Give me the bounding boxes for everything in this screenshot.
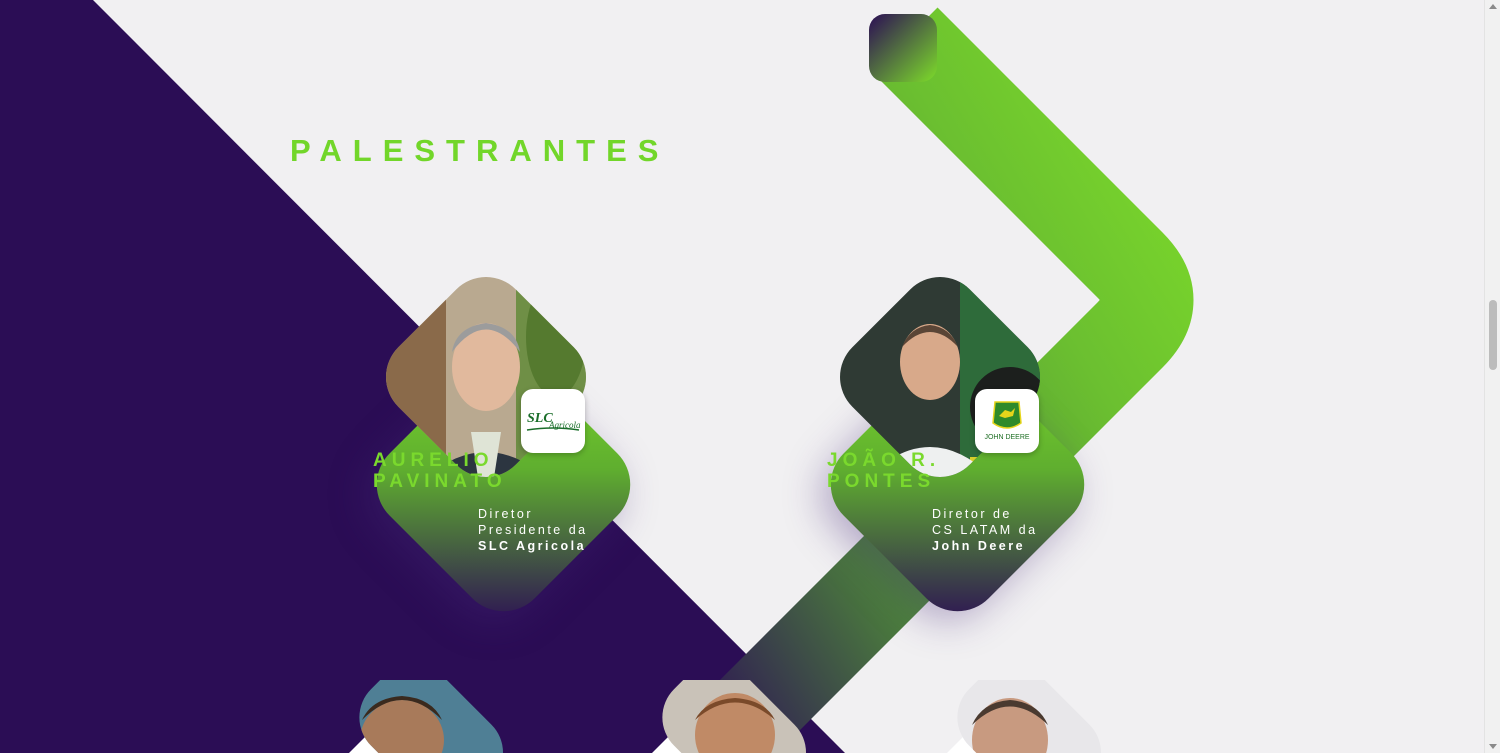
speaker-name-line2: PAVINATO <box>373 471 507 492</box>
speaker-name: JOÃO R. PONTES <box>827 450 940 492</box>
speaker-card-joao[interactable]: JOHN DEERE JOÃO R. PONTES Diretor de CS … <box>812 262 1115 630</box>
speaker-company: John Deere <box>932 539 1026 553</box>
company-logo-slc: SLC Agricola <box>521 389 585 453</box>
speaker-portrait <box>940 680 1118 753</box>
speaker-company: SLC Agricola <box>478 539 587 553</box>
scroll-down-arrow-icon[interactable] <box>1489 744 1497 749</box>
band-top-cap <box>869 14 937 82</box>
svg-text:JOHN DEERE: JOHN DEERE <box>984 434 1029 441</box>
background-graphics <box>0 0 1194 753</box>
page-scrollbar[interactable] <box>1484 0 1500 753</box>
john-deere-logo-icon: JOHN DEERE <box>984 401 1030 441</box>
company-logo-john-deere: JOHN DEERE <box>975 389 1039 453</box>
speaker-name-line2: PONTES <box>827 471 936 492</box>
speaker-portrait <box>342 680 520 753</box>
speaker-role-line2: Presidente da <box>478 523 588 537</box>
speaker-card-aurelio[interactable]: SLC Agricola AURELIO PAVINATO Diretor Pr… <box>358 262 661 630</box>
speaker-card-partial-3[interactable] <box>920 680 1120 753</box>
speaker-role-line1: Diretor de <box>932 507 1012 521</box>
speaker-card-partial-1[interactable] <box>322 680 522 753</box>
slc-logo-icon: SLC Agricola <box>526 411 581 431</box>
speaker-card-partial-2[interactable] <box>625 680 825 753</box>
speaker-name: AURELIO PAVINATO <box>373 450 507 492</box>
speaker-name-line1: JOÃO R. <box>827 450 941 471</box>
speaker-role-line1: Diretor <box>478 507 534 521</box>
scroll-up-arrow-icon[interactable] <box>1489 4 1497 9</box>
speaker-portrait <box>645 680 823 753</box>
scrollbar-thumb[interactable] <box>1489 300 1497 370</box>
section-title: PALESTRANTES <box>290 133 670 168</box>
speaker-role: Diretor de CS LATAM da John Deere <box>932 506 1038 554</box>
speaker-name-line1: AURELIO <box>373 450 494 471</box>
speaker-role: Diretor Presidente da SLC Agricola <box>478 506 588 554</box>
speaker-role-line2: CS LATAM da <box>932 523 1038 537</box>
